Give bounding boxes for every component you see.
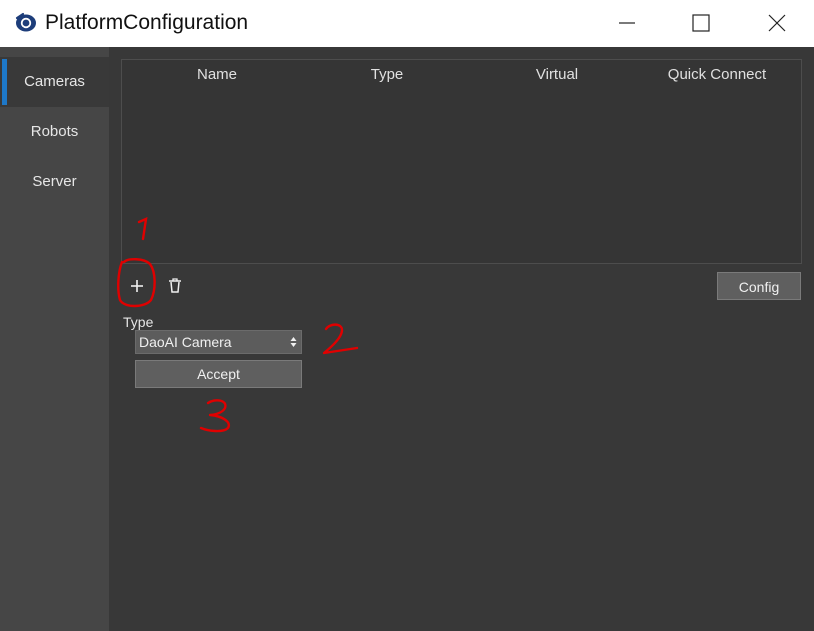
column-header-type[interactable]: Type bbox=[302, 66, 472, 83]
sidebar-item-server[interactable]: Server bbox=[0, 157, 109, 207]
updown-arrows-icon bbox=[290, 337, 297, 347]
type-select[interactable]: DaoAI Camera bbox=[135, 330, 302, 354]
sidebar-item-label: Server bbox=[32, 173, 77, 190]
column-header-virtual[interactable]: Virtual bbox=[472, 66, 642, 83]
accept-button[interactable]: Accept bbox=[135, 360, 302, 388]
sidebar: Cameras Robots Server bbox=[0, 47, 109, 631]
sidebar-item-label: Robots bbox=[30, 123, 79, 140]
eye-logo-icon bbox=[15, 12, 36, 32]
plus-icon[interactable] bbox=[128, 277, 146, 295]
close-icon[interactable] bbox=[762, 10, 792, 36]
main-panel: Name Type Virtual Quick Connect Config T… bbox=[109, 47, 814, 631]
window-title: PlatformConfiguration bbox=[45, 11, 249, 34]
column-header-quick-connect[interactable]: Quick Connect bbox=[632, 66, 802, 83]
cameras-table[interactable]: Name Type Virtual Quick Connect bbox=[121, 59, 802, 264]
column-header-name[interactable]: Name bbox=[132, 66, 302, 83]
config-button[interactable]: Config bbox=[717, 272, 801, 300]
type-label: Type bbox=[123, 314, 154, 330]
trash-icon[interactable] bbox=[167, 277, 183, 295]
sidebar-item-robots[interactable]: Robots bbox=[0, 107, 109, 157]
type-select-value: DaoAI Camera bbox=[139, 334, 232, 350]
sidebar-item-label: Cameras bbox=[24, 73, 85, 90]
minimize-icon[interactable] bbox=[612, 10, 642, 36]
maximize-icon[interactable] bbox=[686, 10, 716, 36]
title-bar: PlatformConfiguration bbox=[0, 0, 814, 47]
sidebar-item-cameras[interactable]: Cameras bbox=[0, 57, 109, 107]
